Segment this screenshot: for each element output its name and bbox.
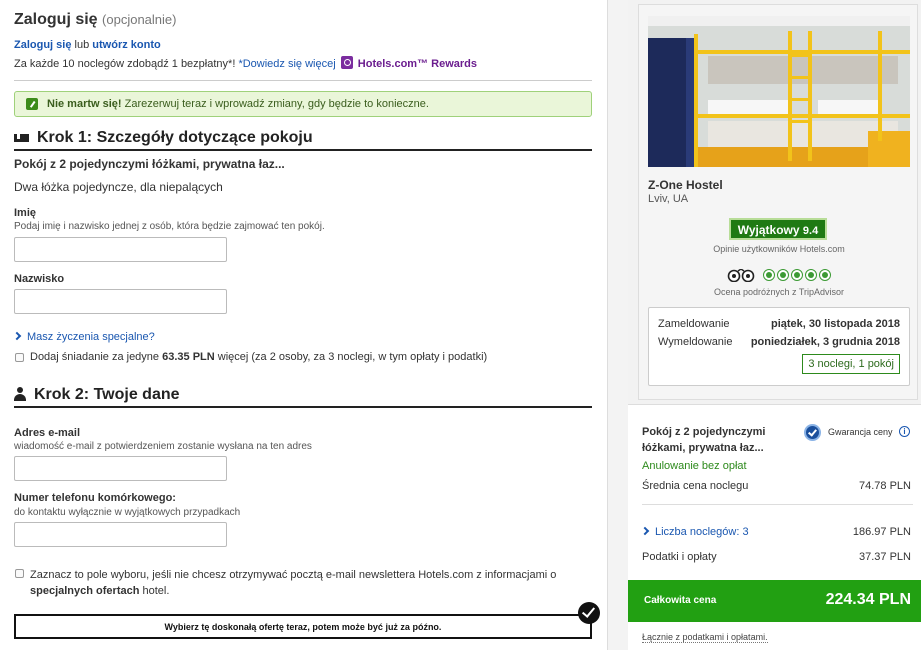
price-summary: Pokój z 2 pojedynczymi łóżkami, prywatna… — [628, 404, 921, 650]
room-beds: Dwa łóżka pojedyncze, dla niepalących — [14, 180, 223, 194]
hotel-photo[interactable] — [648, 16, 910, 167]
step1-title: Krok 1: Szczegóły dotyczące pokoju — [37, 129, 313, 146]
stay-dates: Zameldowanie piątek, 30 listopada 2018 W… — [648, 307, 910, 386]
nights-badge: 3 noclegi, 1 pokój — [802, 354, 900, 374]
notice-banner: Nie martw się! Zarezerwuj teraz i wprowa… — [14, 91, 592, 117]
avg-price-value: 74.78 PLN — [859, 480, 911, 492]
newsletter-bold: specjalnych ofertach — [30, 585, 140, 597]
step2-heading: Krok 2: Twoje dane — [14, 386, 592, 408]
step1-heading: Krok 1: Szczegóły dotyczące pokoju — [14, 129, 592, 151]
rating-circle-icon — [763, 269, 775, 281]
checkin-date: piątek, 30 listopada 2018 — [770, 318, 900, 330]
email-label: Adres e-mail — [14, 427, 81, 439]
avg-price-label: Średnia cena noclegu — [642, 480, 749, 492]
divider — [642, 504, 913, 505]
rewards-text: Za każde 10 noclegów zdobądź 1 bezpłatny… — [14, 58, 236, 70]
hotel-card: Z-One Hostel Lviv, UA Wyjątkowy 9.4 Opin… — [638, 4, 918, 400]
breakfast-pre: Dodaj śniadanie za jedyne — [30, 351, 160, 363]
nights-label: Liczba noclegów: 3 — [655, 526, 749, 538]
special-requests-label: Masz życzenia specjalne? — [27, 331, 155, 343]
login-links: Zaloguj się lub utwórz konto — [14, 39, 161, 51]
nights-value: 186.97 PLN — [852, 526, 911, 538]
hotel-name[interactable]: Z-One Hostel — [648, 178, 723, 192]
phone-hint: do kontaktu wyłącznie w wyjątkowych przy… — [14, 507, 241, 518]
rating-badge: Wyjątkowy 9.4 — [729, 218, 827, 240]
breakfast-label: Dodaj śniadanie za jedyne 63.35 PLN więc… — [30, 351, 487, 363]
booking-sidebar: Z-One Hostel Lviv, UA Wyjątkowy 9.4 Opin… — [628, 0, 921, 650]
summary-room-name: Pokój z 2 pojedynczymi łóżkami, prywatna… — [642, 426, 766, 454]
notice-bold: Nie martw się! — [47, 98, 122, 110]
breakfast-post: więcej (za 2 osoby, za 3 noclegi, w tym … — [217, 351, 488, 363]
price-guarantee-label: Gwarancja ceny — [828, 427, 893, 437]
info-icon[interactable]: i — [899, 426, 910, 437]
newsletter-checkbox[interactable] — [15, 569, 24, 578]
chevron-right-icon — [640, 526, 650, 536]
rewards-icon — [340, 56, 353, 69]
tax-label: Podatki i opłaty — [642, 551, 717, 563]
chevron-right-icon — [12, 331, 22, 341]
last-name-label: Nazwisko — [14, 273, 65, 285]
tripadvisor-rating — [727, 267, 837, 283]
rating-word: Wyjątkowy — [737, 223, 800, 237]
breakfast-checkbox[interactable] — [15, 353, 24, 362]
incl-taxes-link[interactable]: Łącznie z podatkami i opłatami. — [642, 632, 768, 643]
rating-score: 9.4 — [802, 225, 819, 237]
total-price-bar: Całkowita cena 224.34 PLN — [628, 580, 921, 622]
first-name-input[interactable] — [14, 237, 227, 262]
free-cancellation: Anulowanie bez opłat — [642, 460, 747, 472]
booking-form: Zaloguj się (opcjonalnie) Zaloguj się lu… — [0, 0, 607, 650]
phone-label: Numer telefonu komórkowego: — [14, 492, 176, 504]
last-name-input[interactable] — [14, 289, 227, 314]
rating-circle-icon — [791, 269, 803, 281]
phone-input[interactable] — [14, 522, 227, 547]
column-divider — [607, 0, 628, 650]
step2-title: Krok 2: Twoje dane — [34, 386, 180, 403]
bed-icon — [14, 134, 29, 142]
rating-caption: Opinie użytkowników Hotels.com — [713, 244, 845, 254]
newsletter-label: Zaznacz to pole wyboru, jeśli nie chcesz… — [30, 567, 580, 599]
tripadvisor-caption: Ocena podróżnych z TripAdvisor — [713, 287, 845, 297]
rating-circle-icon — [777, 269, 789, 281]
hotel-city: Lviv, UA — [648, 193, 689, 205]
newsletter-post: hotel. — [142, 585, 170, 597]
create-account-link[interactable]: utwórz konto — [92, 39, 160, 51]
newsletter-pre: Zaznacz to pole wyboru, jeśli nie chcesz… — [30, 569, 557, 581]
breakfast-price: 63.35 PLN — [162, 351, 215, 363]
total-value: 224.34 PLN — [825, 591, 911, 608]
notice-text: Zarezerwuj teraz i wprowadź zmiany, gdy … — [124, 98, 429, 110]
email-hint: wiadomość e-mail z potwierdzeniem zostan… — [14, 441, 312, 452]
user-icon — [14, 387, 26, 401]
rating-circle-icon — [819, 269, 831, 281]
check-icon — [578, 602, 600, 624]
rewards-brand[interactable]: Hotels.com™ Rewards — [358, 58, 477, 70]
special-requests-link[interactable]: Masz życzenia specjalne? — [12, 331, 155, 343]
checkout-label: Wymeldowanie — [658, 336, 733, 348]
checkout-date: poniedziałek, 3 grudnia 2018 — [750, 336, 900, 348]
tax-value: 37.37 PLN — [859, 551, 911, 563]
or-text: lub — [74, 39, 90, 51]
total-label: Całkowita cena — [644, 595, 717, 606]
offer-banner: Wybierz tę doskonałą ofertę teraz, potem… — [14, 614, 592, 639]
tripadvisor-owl-icon — [727, 269, 755, 282]
nights-toggle[interactable]: Liczba noclegów: 3 — [640, 526, 749, 538]
login-link[interactable]: Zaloguj się — [14, 39, 71, 51]
edit-icon — [26, 98, 38, 110]
first-name-label: Imię — [14, 207, 37, 219]
rating-circle-icon — [805, 269, 817, 281]
checkin-label: Zameldowanie — [658, 318, 730, 330]
rewards-line: Za każde 10 noclegów zdobądź 1 bezpłatny… — [14, 56, 477, 70]
first-name-hint: Podaj imię i nazwisko jednej z osób, któ… — [14, 221, 325, 232]
price-guarantee-icon — [804, 424, 821, 441]
login-heading: Zaloguj się — [14, 11, 98, 28]
optional-label: (opcjonalnie) — [102, 12, 177, 27]
room-name: Pokój z 2 pojedynczymi łóżkami, prywatna… — [14, 157, 285, 171]
learn-more-link[interactable]: *Dowiedz się więcej — [238, 58, 335, 70]
login-title: Zaloguj się (opcjonalnie) — [14, 11, 176, 29]
divider — [14, 80, 592, 81]
email-input[interactable] — [14, 456, 227, 481]
